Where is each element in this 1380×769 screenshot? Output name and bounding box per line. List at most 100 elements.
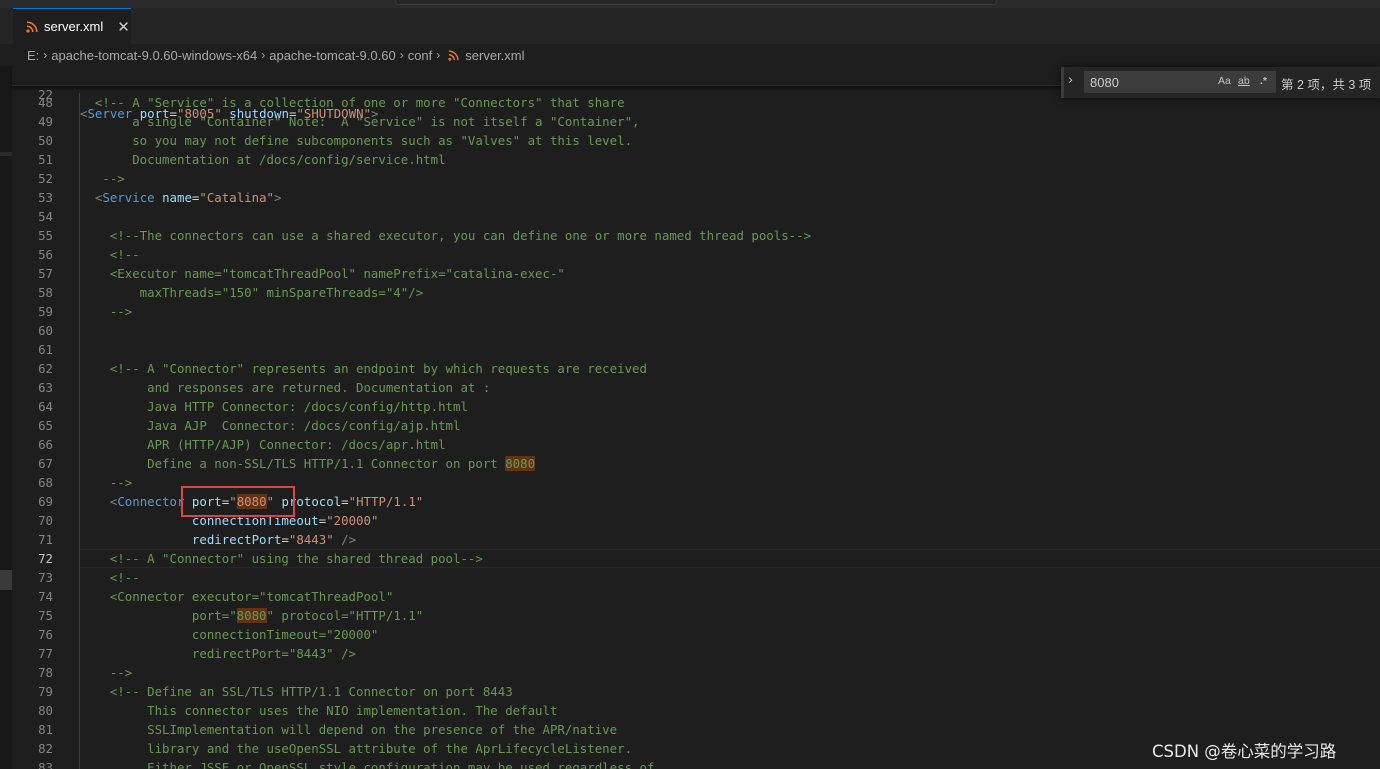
code-token: -->: [80, 171, 125, 186]
line-number: 58: [38, 285, 53, 300]
breadcrumb-item-drive[interactable]: E:: [27, 48, 39, 63]
code-line: 78 -->: [12, 663, 1380, 682]
code-token: shutdown: [229, 106, 289, 121]
code-token: "Catalina": [199, 190, 274, 205]
find-widget: › Aa ab .* 第 2 项，共 3 项: [1061, 67, 1380, 98]
code-token: name: [162, 190, 192, 205]
regex-icon[interactable]: .*: [1260, 75, 1267, 87]
code-token: redirectPort="8443" />: [80, 646, 357, 661]
search-match: 8080: [505, 456, 536, 471]
code-token: port=": [80, 608, 237, 623]
line-number: 76: [38, 627, 53, 642]
line-text: <!--: [80, 568, 140, 587]
line-number: 78: [38, 665, 53, 680]
code-token: <!--The connectors can use a shared exec…: [80, 228, 812, 243]
code-line: 77 redirectPort="8443" />: [12, 644, 1380, 663]
breadcrumb-file-label: server.xml: [465, 47, 525, 63]
line-number: 59: [38, 304, 53, 319]
line-text: <!-- Define an SSL/TLS HTTP/1.1 Connecto…: [80, 682, 513, 701]
line-number: 51: [38, 152, 53, 167]
code-line: 65 Java AJP Connector: /docs/config/ajp.…: [12, 416, 1380, 435]
code-token: redirectPort: [191, 532, 282, 547]
match-case-icon[interactable]: Aa: [1218, 75, 1231, 87]
gutter-marker: [0, 152, 12, 156]
code-token: port: [139, 106, 170, 121]
tab-server-xml[interactable]: server.xml ✕: [13, 8, 131, 44]
code-line: 60: [12, 321, 1380, 340]
line-text: This connector uses the NIO implementati…: [80, 701, 557, 720]
line-number: 63: [38, 380, 53, 395]
line-number: 60: [38, 323, 53, 338]
toggle-replace-chevron-icon[interactable]: ›: [1068, 73, 1073, 88]
line-number: 80: [38, 703, 53, 718]
line-text: APR (HTTP/AJP) Connector: /docs/apr.html: [80, 435, 445, 454]
line-number: 56: [38, 247, 53, 262]
code-token: Server: [87, 106, 133, 121]
code-token: Define a non-SSL/TLS HTTP/1.1 Connector …: [80, 456, 506, 471]
code-token: "8005": [177, 106, 222, 121]
line-number: 73: [38, 570, 53, 585]
code-token: -->: [80, 475, 133, 490]
code-token: >: [274, 190, 282, 205]
breadcrumb-item-tomcat-windows[interactable]: apache-tomcat-9.0.60-windows-x64: [51, 48, 257, 63]
breadcrumb-item-conf[interactable]: conf: [408, 48, 433, 63]
line-text: <Service name="Catalina">: [80, 188, 282, 207]
line-number: 74: [38, 589, 53, 604]
code-token: />: [341, 532, 357, 547]
code-token: <!--: [80, 570, 140, 585]
line-number: 71: [38, 532, 53, 547]
find-result-count: 第 2 项，共 3 项: [1281, 78, 1372, 92]
code-line: 61: [12, 340, 1380, 359]
line-text: and responses are returned. Documentatio…: [80, 378, 490, 397]
whole-word-icon[interactable]: ab: [1238, 75, 1250, 87]
code-token: library and the useOpenSSL attribute of …: [80, 741, 633, 756]
chevron-right-icon: ›: [43, 48, 48, 62]
side-gutter: [0, 66, 12, 769]
code-token: "SHUTDOWN": [296, 106, 372, 121]
line-number: 77: [38, 646, 53, 661]
line-number: 69: [38, 494, 53, 509]
code-token: This connector uses the NIO implementati…: [80, 703, 558, 718]
code-line: 55 <!--The connectors can use a shared e…: [12, 226, 1380, 245]
code-editor[interactable]: 48 <!-- A "Service" is a collection of o…: [12, 93, 1380, 769]
line-number: 65: [38, 418, 53, 433]
command-center[interactable]: [395, 0, 997, 5]
code-token: maxThreads="150" minSpareThreads="4"/>: [80, 285, 424, 300]
line-number: 72: [38, 551, 53, 566]
line-number: 64: [38, 399, 53, 414]
line-number: 83: [38, 760, 53, 769]
code-token: <!-- Define an SSL/TLS HTTP/1.1 Connecto…: [80, 684, 513, 699]
code-token: =: [281, 532, 289, 547]
code-line: 74 <Connector executor="tomcatThreadPool…: [12, 587, 1380, 606]
code-line: 81 SSLImplementation will depend on the …: [12, 720, 1380, 739]
line-number: 82: [38, 741, 53, 756]
code-line: 53 <Service name="Catalina">: [12, 188, 1380, 207]
breadcrumb-item-tomcat[interactable]: apache-tomcat-9.0.60: [269, 48, 395, 63]
rss-xml-file-icon: [448, 49, 459, 61]
code-line: 63 and responses are returned. Documenta…: [12, 378, 1380, 397]
code-line: 59 -->: [12, 302, 1380, 321]
code-line: 71 redirectPort="8443" />: [12, 530, 1380, 549]
code-line: 76 connectionTimeout="20000": [12, 625, 1380, 644]
search-match: 8080: [236, 608, 267, 623]
rss-xml-file-icon: [26, 20, 38, 33]
code-line: 54: [12, 207, 1380, 226]
line-number: 67: [38, 456, 53, 471]
line-text: Java HTTP Connector: /docs/config/http.h…: [80, 397, 468, 416]
code-token: SSLImplementation will depend on the pre…: [80, 722, 618, 737]
code-token: Java AJP Connector: /docs/config/ajp.htm…: [80, 418, 461, 433]
line-text: SSLImplementation will depend on the pre…: [80, 720, 617, 739]
code-line: 56 <!--: [12, 245, 1380, 264]
line-text: so you may not define subcomponents such…: [80, 131, 632, 150]
close-icon[interactable]: ✕: [117, 18, 130, 36]
line-number: 62: [38, 361, 53, 376]
line-number: 57: [38, 266, 53, 281]
breadcrumb-item-file[interactable]: server.xml: [444, 47, 525, 63]
line-text: <!--The connectors can use a shared exec…: [80, 226, 811, 245]
gutter-marker: [0, 570, 12, 590]
line-text: port="8080" protocol="HTTP/1.1": [80, 606, 423, 625]
line-text: <Server port="8005" shutdown="SHUTDOWN">: [80, 104, 378, 123]
